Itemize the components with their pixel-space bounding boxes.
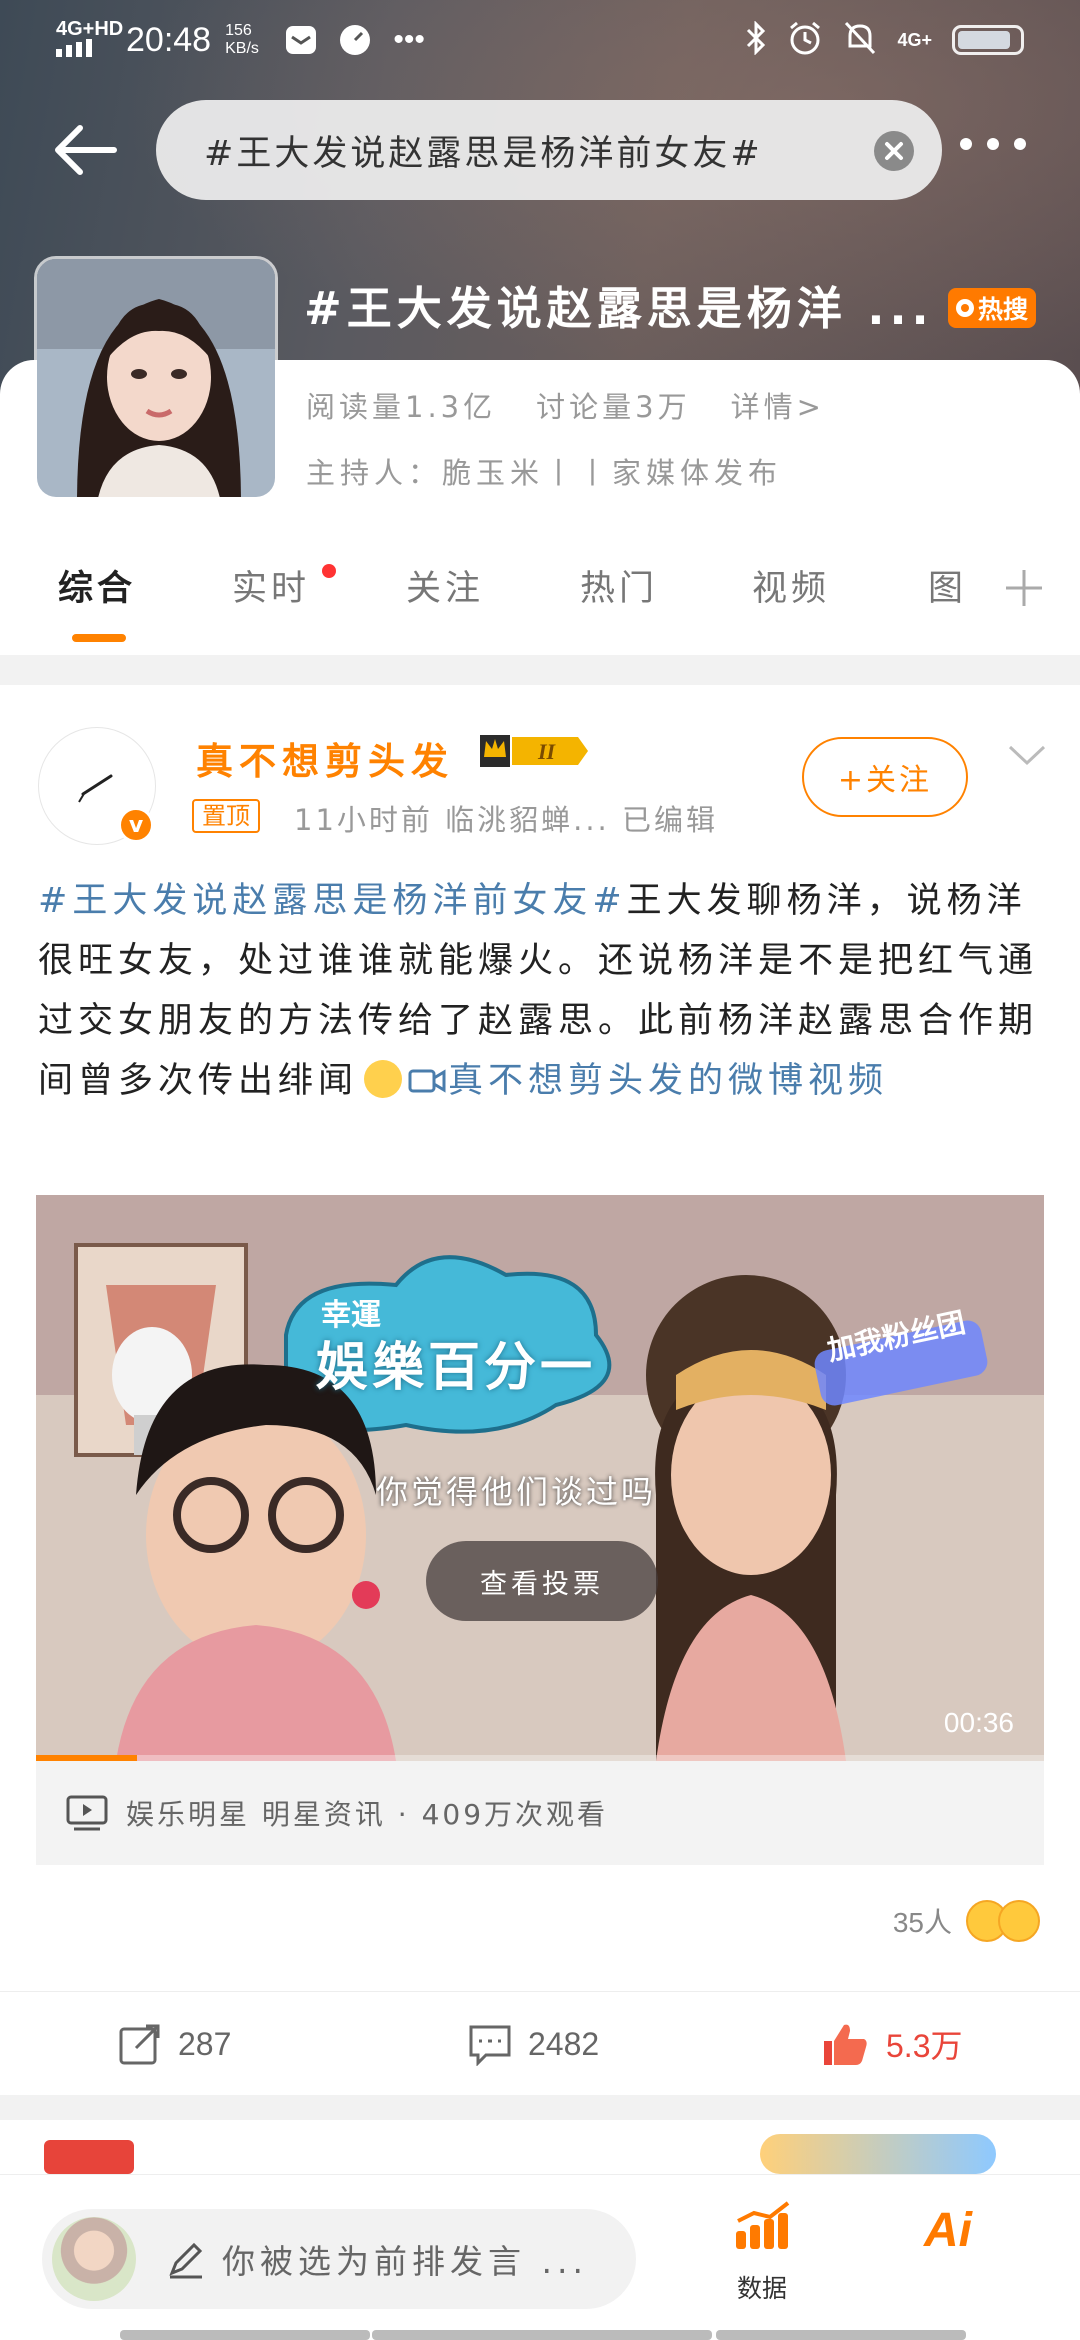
smiling-emoji-icon	[998, 1900, 1040, 1942]
reactions-count: 35人	[892, 1907, 952, 1938]
realtime-unread-dot	[322, 564, 336, 578]
pencil-icon	[169, 2242, 203, 2279]
my-avatar	[52, 2217, 136, 2301]
video-link[interactable]: 真不想剪头发的微博视频	[408, 1061, 888, 1101]
comment-button[interactable]: 2482	[468, 1992, 599, 2096]
topic-host: 主持人：脆玉米丨丨家媒体发布	[306, 456, 783, 490]
tab-comprehensive[interactable]: 综合	[58, 560, 136, 611]
video-info-bar[interactable]: 娱乐明星 明星资讯 · 409万次观看	[36, 1761, 1044, 1865]
topic-stats: 阅读量1.3亿 讨论量3万 详情>	[306, 384, 825, 426]
net-speed-value: 156	[225, 22, 252, 39]
battery-icon	[952, 25, 1024, 55]
thumbs-up-icon	[824, 2024, 867, 2065]
network-indicator: 4G+HD	[56, 18, 124, 61]
add-tab-icon[interactable]	[1002, 566, 1046, 610]
net-speed: 156 KB/s	[225, 22, 265, 58]
speed-gauge-icon	[337, 22, 373, 58]
mute-bell-icon	[843, 20, 877, 61]
author-name[interactable]: 真不想剪头发	[196, 731, 454, 785]
details-link[interactable]: 详情>	[731, 384, 825, 426]
chart-icon	[736, 2201, 790, 2249]
video-info-text: 娱乐明星 明星资讯 · 409万次观看	[126, 1798, 609, 1831]
topic-cover-image[interactable]	[34, 256, 278, 500]
verified-badge-icon: v	[118, 807, 154, 843]
like-button[interactable]: 5.3万	[820, 1992, 963, 2096]
topic-hashtag-link[interactable]: #王大发说赵露思是杨洋前女友#	[38, 881, 627, 921]
tab-following[interactable]: 关注	[406, 560, 484, 611]
ai-assistant-button[interactable]: Ai	[924, 2203, 972, 2258]
network-label: 4G+HD	[56, 18, 124, 40]
share-icon	[119, 2024, 160, 2065]
repost-button[interactable]: 287	[118, 1992, 231, 2096]
video-camera-icon	[408, 1069, 446, 1093]
hot-icon	[956, 299, 974, 317]
video-play-icon	[66, 1795, 108, 1831]
comment-icon	[469, 2025, 511, 2066]
video-link-label: 真不想剪头发的微博视频	[448, 1061, 889, 1101]
post-actions: 287 2482 5.3万	[0, 1991, 1080, 2095]
chevron-down-icon[interactable]	[1006, 741, 1048, 771]
message-icon	[283, 22, 319, 58]
clear-search-button[interactable]	[874, 131, 914, 171]
tab-realtime[interactable]: 实时	[232, 560, 310, 611]
close-icon	[885, 142, 903, 160]
bottom-bar: 你被选为前排发言 ... 数据 Ai	[0, 2174, 1080, 2340]
post-card: v 真不想剪头发 II 置顶 11小时前 临洮貂蝉... 已编辑 +关注 #王大…	[0, 685, 1080, 2095]
next-post-badge	[44, 2140, 134, 2174]
repost-count: 287	[178, 2025, 232, 2062]
mobile-data-label: 4G+	[897, 29, 932, 50]
data-label: 数据	[736, 2274, 787, 2303]
view-vote-button[interactable]: 查看投票	[426, 1541, 658, 1621]
tab-images[interactable]: 图	[928, 560, 967, 611]
show-logo: 娛樂百分一	[316, 1338, 597, 1398]
search-row: #王大发说赵露思是杨洋前女友#	[0, 98, 1080, 202]
clock: 20:48	[126, 20, 212, 59]
hot-search-badge: 热搜	[948, 288, 1037, 328]
topic-title: #王大发说赵露思是杨洋 ...	[304, 282, 934, 335]
post-meta: 11小时前 临洮貂蝉... 已编辑	[294, 803, 718, 837]
search-query: #王大发说赵露思是杨洋前女友#	[204, 133, 763, 174]
pinned-badge: 置顶	[192, 799, 260, 833]
vip-level-text: II	[537, 739, 557, 764]
search-input[interactable]: #王大发说赵露思是杨洋前女友#	[156, 100, 942, 200]
follow-button[interactable]: +关注	[802, 737, 968, 817]
more-notifications-icon: •••	[393, 23, 425, 56]
comment-count: 2482	[528, 2025, 600, 2062]
flushed-emoji-icon	[364, 1060, 403, 1098]
back-arrow-icon[interactable]	[50, 120, 120, 180]
comment-input[interactable]: 你被选为前排发言 ...	[42, 2209, 636, 2309]
bluetooth-icon	[745, 19, 767, 60]
video-player[interactable]: 幸運 娛樂百分一 加我粉丝团 你觉得他们谈过吗 查看投票 00:36	[36, 1195, 1044, 1761]
active-tab-indicator	[72, 634, 126, 642]
national-day-banner	[760, 2134, 996, 2174]
status-bar: 4G+HD 20:48 156 KB/s ••• 4G+	[0, 0, 1080, 80]
signal-icon	[56, 39, 92, 57]
tab-hot[interactable]: 热门	[580, 560, 658, 611]
data-button[interactable]: 数据	[730, 2201, 794, 2305]
video-duration: 00:36	[943, 1707, 1014, 1738]
reactions-summary[interactable]: 35人	[893, 1900, 1040, 1942]
video-subtitle: 你觉得他们谈过吗	[376, 1473, 657, 1511]
like-count: 5.3万	[886, 2028, 963, 2064]
vip-level-badge: II	[474, 729, 590, 777]
post-text: #王大发说赵露思是杨洋前女友#王大发聊杨洋，说杨洋很旺女友，处过谁谁就能爆火。还…	[38, 871, 1048, 1111]
read-count: 阅读量1.3亿	[306, 390, 497, 424]
alarm-icon	[787, 20, 823, 61]
hot-badge-label: 热搜	[978, 295, 1029, 324]
tab-video[interactable]: 视频	[752, 560, 830, 611]
tab-bar: 综合 实时 关注 热门 视频 图	[0, 540, 1080, 652]
discussion-count: 讨论量3万	[536, 390, 691, 424]
more-options-button[interactable]	[960, 134, 1026, 154]
comment-placeholder: 你被选为前排发言 ...	[222, 2242, 588, 2281]
gesture-bar	[0, 2328, 1080, 2340]
net-speed-unit: KB/s	[225, 40, 259, 57]
